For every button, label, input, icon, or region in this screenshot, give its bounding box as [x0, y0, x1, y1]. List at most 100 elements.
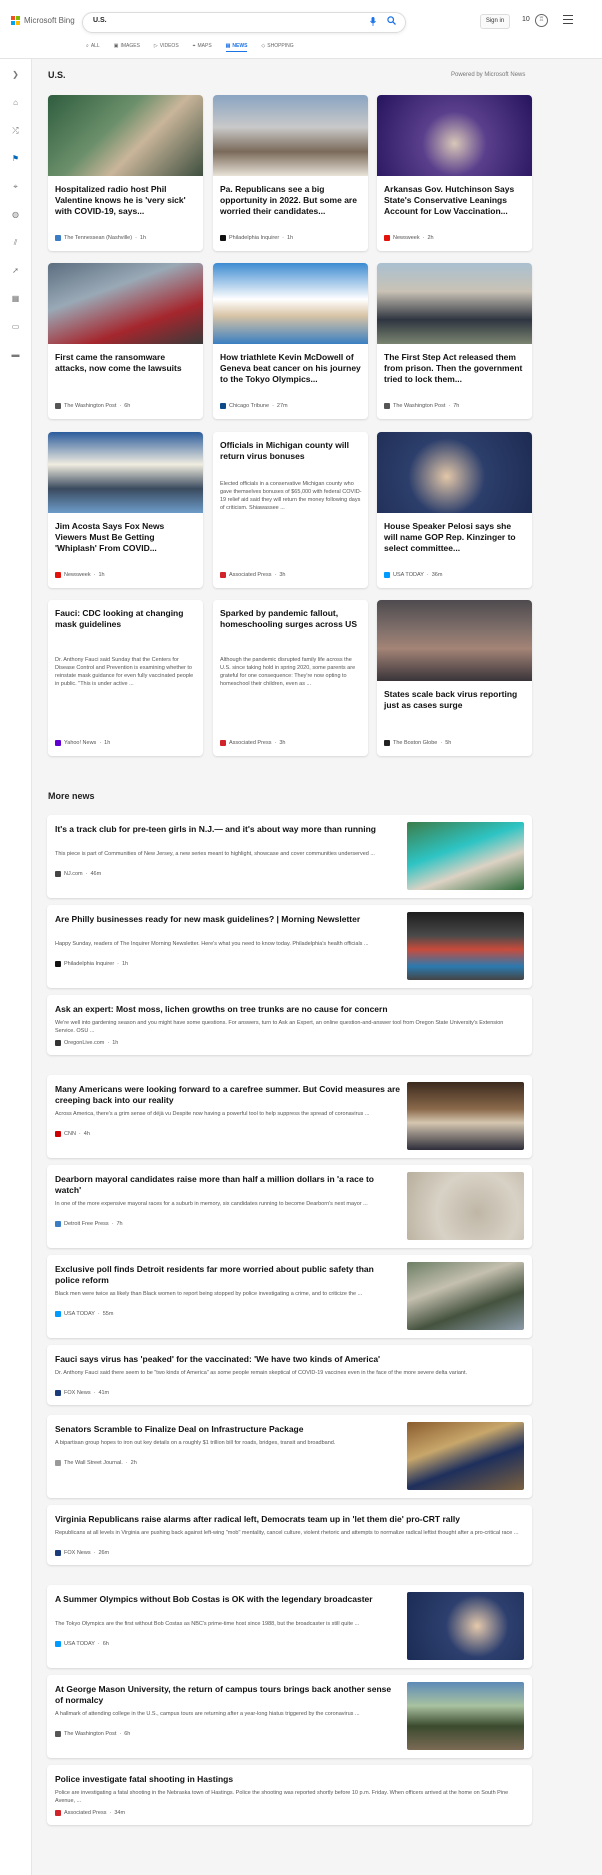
- location-icon[interactable]: ⌖: [10, 181, 21, 192]
- item-thumbnail-image[interactable]: [407, 1592, 524, 1660]
- news-card[interactable]: Sparked by pandemic fallout, homeschooli…: [213, 600, 368, 756]
- item-source[interactable]: The Washington Post · 6h: [55, 1731, 130, 1737]
- item-thumbnail-image[interactable]: [407, 1172, 524, 1240]
- item-source[interactable]: OregonLive.com · 1h: [55, 1040, 118, 1046]
- more-news-item[interactable]: Many Americans were looking forward to a…: [47, 1075, 532, 1158]
- card-thumbnail-image[interactable]: [377, 600, 532, 681]
- more-news-item[interactable]: Ask an expert: Most moss, lichen growths…: [47, 995, 532, 1055]
- item-thumbnail-image[interactable]: [407, 1682, 524, 1750]
- card-title[interactable]: How triathlete Kevin McDowell of Geneva …: [220, 352, 362, 385]
- tab-all[interactable]: ⌕ ALL: [86, 41, 100, 51]
- card-thumbnail-image[interactable]: [377, 432, 532, 513]
- search-input[interactable]: U.S.: [93, 17, 107, 24]
- card-thumbnail-image[interactable]: [48, 263, 203, 344]
- card-title[interactable]: The First Step Act released them from pr…: [384, 352, 526, 385]
- news-card[interactable]: States scale back virus reporting just a…: [377, 600, 532, 756]
- card-thumbnail-image[interactable]: [213, 263, 368, 344]
- card-title[interactable]: Hospitalized radio host Phil Valentine k…: [55, 184, 197, 217]
- item-thumbnail-image[interactable]: [407, 1422, 524, 1490]
- item-source[interactable]: FOX News · 26m: [55, 1550, 109, 1556]
- microphone-icon[interactable]: [368, 17, 378, 27]
- item-source[interactable]: Associated Press · 34m: [55, 1810, 125, 1816]
- card-title[interactable]: Pa. Republicans see a big opportunity in…: [220, 184, 362, 217]
- news-card[interactable]: Pa. Republicans see a big opportunity in…: [213, 95, 368, 251]
- chart-icon[interactable]: ⫽: [10, 237, 21, 248]
- more-news-item[interactable]: Senators Scramble to Finalize Deal on In…: [47, 1415, 532, 1498]
- item-source[interactable]: Philadelphia Inquirer · 1h: [55, 961, 128, 967]
- card-source[interactable]: The Washington Post · 6h: [55, 403, 130, 409]
- card-title[interactable]: Officials in Michigan county will return…: [220, 440, 362, 462]
- item-thumbnail-image[interactable]: [407, 1262, 524, 1330]
- item-title[interactable]: It's a track club for pre-teen girls in …: [55, 824, 400, 835]
- item-title[interactable]: Police investigate fatal shooting in Has…: [55, 1774, 520, 1785]
- more-news-item[interactable]: Virginia Republicans raise alarms after …: [47, 1505, 532, 1565]
- card-title[interactable]: Fauci: CDC looking at changing mask guid…: [55, 608, 197, 630]
- card-thumbnail-image[interactable]: [48, 432, 203, 513]
- news-card[interactable]: The First Step Act released them from pr…: [377, 263, 532, 419]
- item-title[interactable]: Are Philly businesses ready for new mask…: [55, 914, 400, 925]
- card-thumbnail-image[interactable]: [48, 95, 203, 176]
- item-source[interactable]: FOX News · 41m: [55, 1390, 109, 1396]
- card-source[interactable]: The Tennessean (Nashville) · 1h: [55, 235, 146, 241]
- news-card[interactable]: Arkansas Gov. Hutchinson Says State's Co…: [377, 95, 532, 251]
- tab-images[interactable]: ▣ IMAGES: [114, 41, 140, 51]
- item-source[interactable]: USA TODAY · 6h: [55, 1641, 109, 1647]
- item-source[interactable]: NJ.com · 46m: [55, 871, 101, 877]
- item-thumbnail-image[interactable]: [407, 1082, 524, 1150]
- powered-by-text[interactable]: Powered by Microsoft News: [451, 72, 525, 78]
- sign-in-button[interactable]: Sign in: [480, 14, 510, 29]
- tab-videos[interactable]: ▷ VIDEOS: [154, 41, 179, 51]
- card-thumbnail-image[interactable]: [377, 263, 532, 344]
- search-icon[interactable]: [385, 16, 397, 28]
- item-source[interactable]: Detroit Free Press · 7h: [55, 1221, 123, 1227]
- expand-chevron-icon[interactable]: ❯: [10, 69, 21, 80]
- item-title[interactable]: A Summer Olympics without Bob Costas is …: [55, 1594, 400, 1605]
- tab-news[interactable]: ▤ NEWS: [225, 41, 248, 52]
- card-title[interactable]: First came the ransomware attacks, now c…: [55, 352, 197, 374]
- item-title[interactable]: Many Americans were looking forward to a…: [55, 1084, 400, 1106]
- news-card[interactable]: Jim Acosta Says Fox News Viewers Must Be…: [48, 432, 203, 588]
- more-news-item[interactable]: Dearborn mayoral candidates raise more t…: [47, 1165, 532, 1248]
- card-source[interactable]: Yahoo! News · 1h: [55, 740, 110, 746]
- card-source[interactable]: Associated Press · 3h: [220, 572, 285, 578]
- card-source[interactable]: The Boston Globe · 5h: [384, 740, 451, 746]
- more-news-item[interactable]: Exclusive poll finds Detroit residents f…: [47, 1255, 532, 1338]
- more-news-item[interactable]: A Summer Olympics without Bob Costas is …: [47, 1585, 532, 1668]
- card-title[interactable]: Sparked by pandemic fallout, homeschooli…: [220, 608, 362, 630]
- rocket-icon[interactable]: ➚: [10, 265, 21, 276]
- card-source[interactable]: Chicago Tribune · 27m: [220, 403, 288, 409]
- trending-icon[interactable]: ⤮: [10, 125, 21, 136]
- item-title[interactable]: Ask an expert: Most moss, lichen growths…: [55, 1004, 520, 1015]
- card-source[interactable]: The Washington Post · 7h: [384, 403, 459, 409]
- home-icon[interactable]: ⌂: [10, 97, 21, 108]
- news-card[interactable]: How triathlete Kevin McDowell of Geneva …: [213, 263, 368, 419]
- card-source[interactable]: Newsweek · 2h: [384, 235, 434, 241]
- film-icon[interactable]: ▦: [10, 293, 21, 304]
- briefcase-icon[interactable]: ▭: [10, 321, 21, 332]
- card-source[interactable]: Associated Press · 3h: [220, 740, 285, 746]
- more-news-item[interactable]: It's a track club for pre-teen girls in …: [47, 815, 532, 898]
- news-card[interactable]: First came the ransomware attacks, now c…: [48, 263, 203, 419]
- card-thumbnail-image[interactable]: [377, 95, 532, 176]
- item-thumbnail-image[interactable]: [407, 822, 524, 890]
- search-box[interactable]: U.S.: [82, 12, 406, 33]
- menu-icon[interactable]: [563, 15, 573, 24]
- item-source[interactable]: CNN · 4h: [55, 1131, 90, 1137]
- news-card[interactable]: Hospitalized radio host Phil Valentine k…: [48, 95, 203, 251]
- item-title[interactable]: Senators Scramble to Finalize Deal on In…: [55, 1424, 400, 1435]
- news-card[interactable]: Fauci: CDC looking at changing mask guid…: [48, 600, 203, 756]
- rewards-count[interactable]: 10: [522, 16, 530, 23]
- item-title[interactable]: Dearborn mayoral candidates raise more t…: [55, 1174, 400, 1196]
- item-source[interactable]: USA TODAY · 55m: [55, 1311, 113, 1317]
- news-card[interactable]: Officials in Michigan county will return…: [213, 432, 368, 588]
- flag-icon[interactable]: ⚑: [10, 153, 21, 164]
- car-icon[interactable]: ▬: [10, 349, 21, 360]
- tab-shopping[interactable]: ◇ SHOPPING: [261, 41, 293, 51]
- item-title[interactable]: Virginia Republicans raise alarms after …: [55, 1514, 520, 1525]
- card-title[interactable]: States scale back virus reporting just a…: [384, 689, 526, 711]
- card-source[interactable]: Newsweek · 1h: [55, 572, 105, 578]
- more-news-item[interactable]: Are Philly businesses ready for new mask…: [47, 905, 532, 988]
- card-source[interactable]: Philadelphia Inquirer · 1h: [220, 235, 293, 241]
- globe-icon[interactable]: ◍: [10, 209, 21, 220]
- more-news-item[interactable]: Police investigate fatal shooting in Has…: [47, 1765, 532, 1825]
